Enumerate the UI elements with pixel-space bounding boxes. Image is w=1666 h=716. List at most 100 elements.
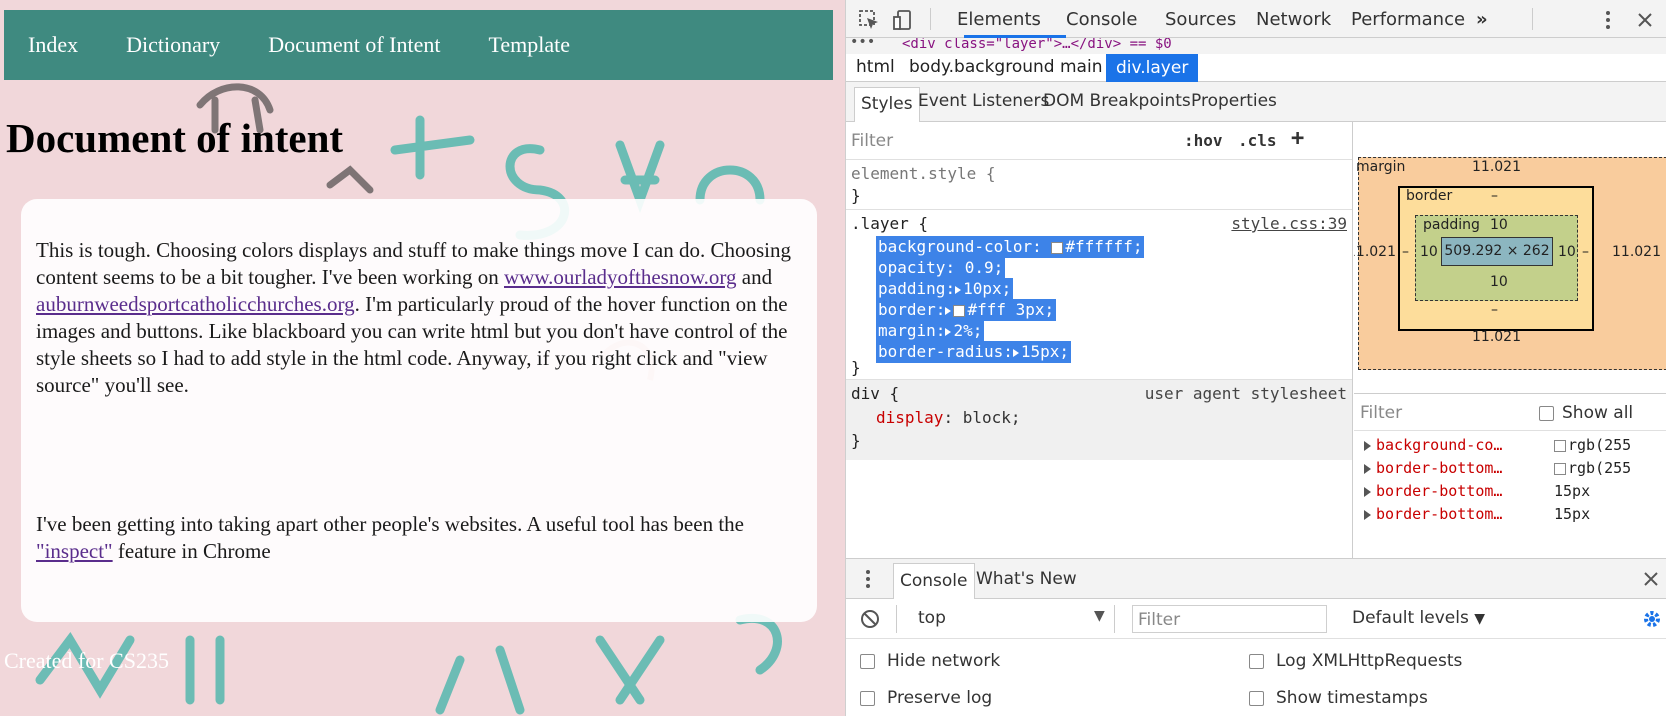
margin-bottom-value[interactable]: 11.021 [1472,329,1521,345]
expand-triangle-icon[interactable] [1012,348,1019,357]
computed-filter-input[interactable]: Filter [1360,403,1402,423]
tab-sources[interactable]: Sources [1165,9,1236,30]
show-timestamps-checkbox[interactable] [1249,690,1264,706]
subtab-properties[interactable]: Properties [1191,91,1277,111]
settings-gear-icon[interactable] [1642,609,1662,629]
declaration-border[interactable]: border: #fff 3px; [876,299,1057,321]
styles-filter-input[interactable]: Filter [851,131,893,151]
tab-console[interactable]: Console [1066,9,1137,30]
margin-top-value[interactable]: 11.021 [1472,159,1521,175]
declaration-border-radius[interactable]: border-radius: 15px; [876,341,1072,363]
margin-right-value[interactable]: 11.021 [1612,244,1664,260]
subtab-styles[interactable]: Styles [854,87,920,122]
border-bottom-value[interactable]: – [1491,302,1498,318]
show-all-checkbox[interactable] [1539,405,1554,421]
rule-source-link[interactable]: style.css:39 [1231,213,1347,235]
tab-performance[interactable]: Performance [1351,9,1465,30]
rule-element-style: element.style { } [846,160,1352,210]
link-ourladyofthesnow[interactable]: www.ourladyofthesnow.org [504,265,737,289]
paragraph-text: I've been getting into taking apart othe… [36,512,744,536]
padding-bottom-value[interactable]: 10 [1490,274,1508,290]
dom-node-text: <div class="layer">…</div> == $0 [902,38,1172,52]
show-all-toggle[interactable]: Show all [1539,403,1633,423]
option-hide-network[interactable]: Hide network [860,651,1000,671]
breadcrumb-html[interactable]: html [856,57,895,77]
expand-triangle-icon[interactable] [1364,487,1371,497]
preserve-log-checkbox[interactable] [860,690,875,706]
computed-value-text: rgb(255 [1568,436,1632,454]
breadcrumb-main[interactable]: main [1060,57,1102,77]
declaration-padding[interactable]: padding: 10px; [876,278,1014,300]
close-icon[interactable] [1634,9,1656,31]
computed-property-row[interactable]: border-bottom… 15px [1364,505,1664,527]
rule-div-user-agent: div { user agent stylesheet display: blo… [846,380,1352,460]
subtab-event-listeners[interactable]: Event Listeners [918,91,1049,111]
expand-triangle-icon[interactable] [1364,464,1371,474]
close-icon[interactable] [1642,570,1660,588]
link-inspect[interactable]: "inspect" [36,539,113,563]
option-show-timestamps[interactable]: Show timestamps [1249,688,1428,708]
class-toggle[interactable]: .cls [1238,131,1277,150]
expand-triangle-icon[interactable] [1364,510,1371,520]
color-swatch-icon[interactable] [953,304,966,317]
hide-network-checkbox[interactable] [860,653,875,669]
expand-triangle-icon[interactable] [945,306,952,315]
rule-selector[interactable]: element.style { [851,163,996,185]
subtab-dom-breakpoints[interactable]: DOM Breakpoints [1043,91,1191,111]
nav-link-dictionary[interactable]: Dictionary [126,32,220,58]
clear-console-icon[interactable] [860,609,880,629]
vertical-dots-icon[interactable] [1597,9,1619,31]
ellipsis-icon[interactable]: ••• [850,38,875,50]
color-swatch-icon[interactable] [1051,241,1064,254]
expand-triangle-icon[interactable] [955,285,962,294]
declaration-margin[interactable]: margin: 2%; [876,320,985,342]
padding-top-value[interactable]: 10 [1490,217,1508,233]
device-toggle-icon[interactable] [892,9,914,31]
more-tabs-button[interactable]: » [1476,9,1488,30]
rule-selector[interactable]: .layer { [851,213,928,235]
drawer-tab-whats-new[interactable]: What's New [976,569,1077,589]
chevron-down-icon[interactable]: ▼ [1094,608,1105,624]
declaration-property: background-color [878,237,1033,256]
option-log-xhr[interactable]: Log XMLHttpRequests [1249,651,1462,671]
expand-triangle-icon[interactable] [1364,441,1371,451]
border-left-value[interactable]: – [1402,244,1409,260]
declaration-value: #ffffff; [1065,237,1143,256]
rule-layer: .layer { style.css:39 background-color: … [846,210,1352,380]
border-right-value[interactable]: – [1582,244,1589,260]
declaration-opacity[interactable]: opacity: 0.9; [876,257,1006,279]
border-top-value[interactable]: – [1491,188,1498,204]
breadcrumb-body[interactable]: body.background [909,57,1055,77]
console-filter-input[interactable]: Filter [1132,605,1327,633]
padding-left-value[interactable]: 10 [1420,244,1438,260]
expand-triangle-icon[interactable] [945,327,952,336]
elements-subtabs: Styles Event Listeners DOM Breakpoints P… [846,82,1666,122]
computed-property-row[interactable]: background-co… rgb(255 [1364,436,1664,458]
margin-left-value[interactable]: 11.021 [1354,244,1396,260]
dom-tree-selected-line[interactable]: ••• <div class="layer">…</div> == $0 [846,38,1666,54]
context-select[interactable]: top [918,608,946,628]
breadcrumb-div-layer[interactable]: div.layer [1106,54,1199,82]
log-xhr-checkbox[interactable] [1249,653,1264,669]
computed-value: rgb(255 [1554,436,1631,454]
declaration-background-color[interactable]: background-color: #ffffff; [876,236,1145,258]
computed-property-row[interactable]: border-bottom… rgb(255 [1364,459,1664,481]
drawer-tab-console[interactable]: Console [893,563,975,599]
declaration-value: 0.9; [964,258,1004,277]
hover-state-toggle[interactable]: :hov [1184,131,1223,150]
computed-property-row[interactable]: border-bottom… 15px [1364,482,1664,504]
inspect-element-icon[interactable] [858,9,880,31]
log-levels-select[interactable]: Default levels ▼ [1352,608,1485,628]
option-preserve-log[interactable]: Preserve log [860,688,992,708]
nav-link-template[interactable]: Template [488,32,570,58]
drawer-menu-icon[interactable] [860,569,876,589]
tab-network[interactable]: Network [1256,9,1331,30]
tab-elements[interactable]: Elements [957,9,1041,30]
box-model-content[interactable]: 509.292 × 262 [1441,237,1553,266]
padding-right-value[interactable]: 10 [1558,244,1576,260]
box-model-pane: 509.292 × 262 margin 11.021 11.021 11.02… [1354,122,1666,558]
new-rule-button[interactable]: + [1291,126,1304,151]
nav-link-document-of-intent[interactable]: Document of Intent [268,32,440,58]
nav-link-index[interactable]: Index [28,32,78,58]
link-auburnweedsport[interactable]: auburnweedsportcatholicchurches.org [36,292,355,316]
